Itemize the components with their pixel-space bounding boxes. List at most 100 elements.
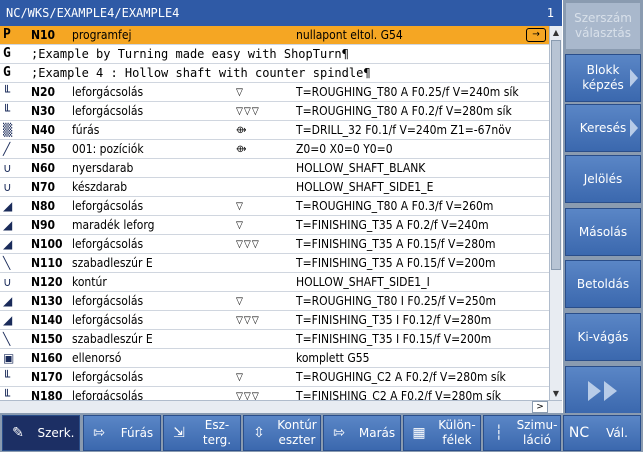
softkey-h5[interactable]: ⇰ Marás (323, 415, 401, 451)
scroll-right-icon[interactable]: > (532, 401, 548, 413)
program-block[interactable]: ╱ N50 001: pozíciók ⟴ Z0=0 X0=0 Y0=0 (0, 140, 549, 159)
operation-name: 001: pozíciók (72, 142, 144, 156)
softkey-label: Szerszám választás (574, 11, 632, 40)
block-parameters: HOLLOW_SHAFT_BLANK (296, 161, 426, 175)
softkey-v2[interactable]: Blokk képzés (565, 54, 641, 102)
operation-name: leforgácsolás (72, 370, 144, 384)
operation-name: leforgácsolás (72, 85, 144, 99)
program-block[interactable]: ◢ N140 leforgácsolás ▽▽▽ T=FINISHING_T35 I F… (0, 311, 549, 330)
softkey-label: Vál. (606, 425, 628, 440)
operation-icon: ╙ (3, 389, 11, 400)
turning-icon: ⇲ (173, 425, 185, 441)
program-block[interactable]: ∪ N70 készdarab HOLLOW_SHAFT_SIDE1_E (0, 178, 549, 197)
machining-mark: ▽▽▽ (236, 239, 260, 250)
machining-mark: ▽▽▽ (236, 391, 260, 400)
arrow-right-icon[interactable]: → (526, 28, 546, 42)
program-block[interactable]: ▒ N40 fúrás ⟴ T=DRILL_32 F0.1/f V=240m Z1=-6… (0, 121, 549, 140)
program-block[interactable]: ▣ N160 ellenorsó komplett G55 (0, 349, 549, 368)
program-block[interactable]: ◢ N100 leforgácsolás ▽▽▽ T=FINISHING_T35 A F… (0, 235, 549, 254)
machining-mark: ▽▽▽ (236, 315, 260, 326)
operation-icon: ╙ (3, 104, 11, 118)
operation-icon: ╙ (3, 85, 11, 99)
operation-icon: ▣ (3, 351, 15, 365)
operation-icon: ◢ (3, 218, 13, 232)
softkey-v7[interactable]: Ki-vágás (565, 313, 641, 361)
comment-text: ;Example 4 : Hollow shaft with counter s… (31, 66, 371, 80)
program-block[interactable]: ∪ N120 kontúr HOLLOW_SHAFT_SIDE1_I (0, 273, 549, 292)
block-number: N120 (31, 275, 63, 289)
operation-icon: ╙ (3, 370, 11, 384)
softkey-v3[interactable]: Keresés (565, 104, 641, 152)
softkey-label: Kontúr eszter (277, 418, 317, 447)
softkey-h1[interactable]: ✎ Szerk. (2, 415, 80, 451)
scroll-up-icon[interactable]: ▲ (550, 26, 562, 39)
block-parameters: T=ROUGHING_T80 A F0.25/f V=240m sík (296, 85, 519, 99)
block-number: N100 (31, 237, 63, 251)
program-block[interactable]: ╙ N30 leforgácsolás ▽▽▽ T=ROUGHING_T80 A F0.… (0, 102, 549, 121)
contour-turning-icon: ⇳ (253, 425, 265, 441)
softkey-h2[interactable]: ⇰ Fúrás (83, 415, 161, 451)
operation-name: maradék leforg (72, 218, 155, 232)
block-parameters: T=FINISHING_T35 I F0.12/f V=280m (296, 313, 492, 327)
block-parameters: T=ROUGHING_T80 I F0.25/f V=250m (296, 294, 497, 308)
softkey-h8[interactable]: NC Vál. (563, 415, 641, 451)
softkey-v6[interactable]: Betoldás (565, 260, 641, 308)
operation-icon: ╲ (3, 256, 11, 270)
softkey-v8[interactable] (565, 366, 641, 414)
block-parameters: T=FINISHING_T35 A F0.15/f V=200m (296, 256, 496, 270)
chevron-right-icon (630, 69, 638, 87)
block-parameters: HOLLOW_SHAFT_SIDE1_E (296, 180, 434, 194)
chevron-right-icon (630, 119, 638, 137)
nc-select-icon: NC (568, 425, 590, 441)
block-number: N130 (31, 294, 63, 308)
program-path-bar: NC/WKS/EXAMPLE4/EXAMPLE4 1 (0, 0, 562, 26)
softkey-label: Fúrás (120, 425, 154, 440)
block-parameters: nullapont eltol. G54 (296, 28, 403, 42)
program-block[interactable]: ◢ N90 maradék leforg ▽ T=FINISHING_T35 A F0.… (0, 216, 549, 235)
forward-icon (604, 381, 617, 401)
channel-number: 1 (546, 6, 554, 20)
softkey-v5[interactable]: Másolás (565, 208, 641, 256)
machining-mark: ▽▽▽ (236, 106, 260, 117)
softkey-label: Másolás (578, 224, 628, 239)
program-editor: NC/WKS/EXAMPLE4/EXAMPLE4 1 P N10 programfe… (0, 0, 562, 413)
program-block[interactable]: ╙ N20 leforgácsolás ▽ T=ROUGHING_T80 A F0.25… (0, 83, 549, 102)
program-block[interactable]: P N10 programfej nullapont eltol. G54 → (0, 26, 549, 45)
machining-mark: ▽ (236, 296, 244, 307)
comment-line[interactable]: G ;Example 4 : Hollow shaft with counter … (0, 64, 549, 83)
program-block[interactable]: ◢ N130 leforgácsolás ▽ T=ROUGHING_T80 I F0.2… (0, 292, 549, 311)
program-block[interactable]: ◢ N80 leforgácsolás ▽ T=ROUGHING_T80 A F0.3/… (0, 197, 549, 216)
drill-icon: ⇰ (93, 425, 105, 441)
operation-icon: ◢ (3, 199, 13, 213)
softkey-v1[interactable]: Szerszám választás (565, 2, 641, 50)
program-block[interactable]: ∪ N60 nyersdarab HOLLOW_SHAFT_BLANK (0, 159, 549, 178)
block-parameters: komplett G55 (296, 351, 370, 365)
softkey-h3[interactable]: ⇲ Esz-terg. (163, 415, 241, 451)
operation-name: leforgácsolás (72, 199, 144, 213)
comment-line[interactable]: G ;Example by Turning made easy with Shop… (0, 45, 549, 64)
block-parameters: T=FINISHING_T35 A F0.15/f V=280m (296, 237, 496, 251)
softkey-h6[interactable]: ▦ Külön-félek (403, 415, 481, 451)
softkey-label: Szerk. (37, 425, 75, 440)
program-block[interactable]: ╲ N150 szabadleszúr E T=FINISHING_T35 I F0.… (0, 330, 549, 349)
vertical-scrollbar[interactable]: ▲ ▼ (549, 26, 562, 400)
operation-name: programfej (72, 28, 132, 42)
operation-name: nyersdarab (72, 161, 134, 175)
softkey-v4[interactable]: Jelölés (565, 155, 641, 203)
operation-name: szabadleszúr E (72, 332, 153, 346)
program-block-list[interactable]: P N10 programfej nullapont eltol. G54 → G ;Exa… (0, 26, 549, 400)
milling-icon: ⇰ (333, 425, 345, 441)
horizontal-scrollbar[interactable]: > (0, 400, 562, 413)
block-parameters: HOLLOW_SHAFT_SIDE1_I (296, 275, 430, 289)
softkey-h4[interactable]: ⇳ Kontúr eszter (243, 415, 321, 451)
program-block[interactable]: ╲ N110 szabadleszúr E T=FINISHING_T35 A F0.… (0, 254, 549, 273)
operation-name: készdarab (72, 180, 128, 194)
program-block[interactable]: ╙ N170 leforgácsolás ▽ T=ROUGHING_C2 A F0.2/… (0, 368, 549, 387)
softkey-h7[interactable]: ┆ Szimu-láció (483, 415, 561, 451)
program-block[interactable]: ╙ N180 leforgácsolás ▽▽▽ T=FINISHING_C2 A F0… (0, 387, 549, 400)
scroll-thumb[interactable] (551, 40, 561, 270)
operation-icon: ╱ (3, 142, 11, 156)
operation-name: leforgácsolás (72, 389, 144, 400)
operation-name: leforgácsolás (72, 104, 144, 118)
scroll-down-icon[interactable]: ▼ (550, 387, 562, 400)
